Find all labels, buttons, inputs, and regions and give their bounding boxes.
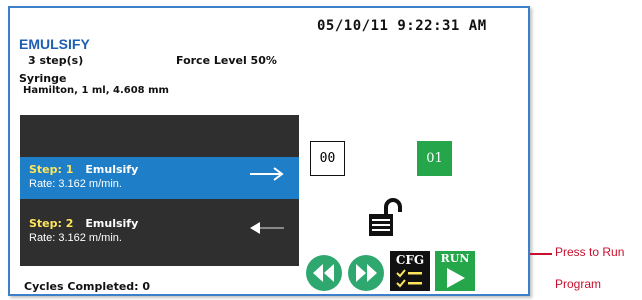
play-icon <box>447 268 465 288</box>
cycles-completed: Cycles Completed: 0 <box>24 280 151 293</box>
config-button[interactable]: CFG <box>390 251 430 291</box>
callout-leader-line <box>530 253 552 255</box>
run-callout-line2: Program <box>555 277 602 291</box>
device-screen: 05/10/11 9:22:31 AM EMULSIFY 3 step(s) F… <box>8 6 530 296</box>
arrow-right-icon <box>250 167 284 181</box>
step-number: Step: 2 <box>29 217 74 230</box>
step-row-2[interactable]: Step: 2 Emulsify Rate: 3.162 m/min. <box>20 211 299 253</box>
cycle-counter-display <box>350 136 410 181</box>
force-level: Force Level 50% <box>176 54 277 67</box>
config-button-label: CFG <box>395 253 425 267</box>
checklist-icon <box>396 269 422 288</box>
run-button-label: RUN <box>440 252 470 265</box>
program-name: EMULSIFY <box>19 36 90 52</box>
run-callout-line1: Press to Run <box>555 245 625 259</box>
step-row-1[interactable]: Step: 1 Emulsify Rate: 3.162 m/min. <box>20 157 299 199</box>
step-number: Step: 1 <box>29 163 74 176</box>
step-name: Emulsify <box>85 163 139 176</box>
arrow-left-icon <box>250 222 284 234</box>
syringe-value: Hamilton, 1 ml, 4.608 mm <box>23 85 169 96</box>
rewind-button[interactable] <box>305 254 343 292</box>
datetime-display: 05/10/11 9:22:31 AM <box>317 18 487 34</box>
fast-forward-button[interactable] <box>347 254 385 292</box>
step-title: Step: 1 Emulsify <box>29 163 138 176</box>
steps-list: Step: 1 Emulsify Rate: 3.162 m/min. Step:… <box>20 115 299 266</box>
steps-count: 3 step(s) <box>28 54 84 67</box>
step-rate: Rate: 3.162 m/min. <box>29 178 122 190</box>
cycle-start-counter[interactable]: 00 <box>310 141 345 176</box>
step-rate: Rate: 3.162 m/min. <box>29 232 122 244</box>
cycle-end-counter[interactable]: 01 <box>417 141 452 176</box>
unlocked-lock-icon[interactable] <box>366 198 406 238</box>
run-button[interactable]: RUN <box>435 251 475 291</box>
syringe-label: Syringe <box>19 72 67 85</box>
step-title: Step: 2 Emulsify <box>29 217 138 230</box>
step-name: Emulsify <box>85 217 139 230</box>
